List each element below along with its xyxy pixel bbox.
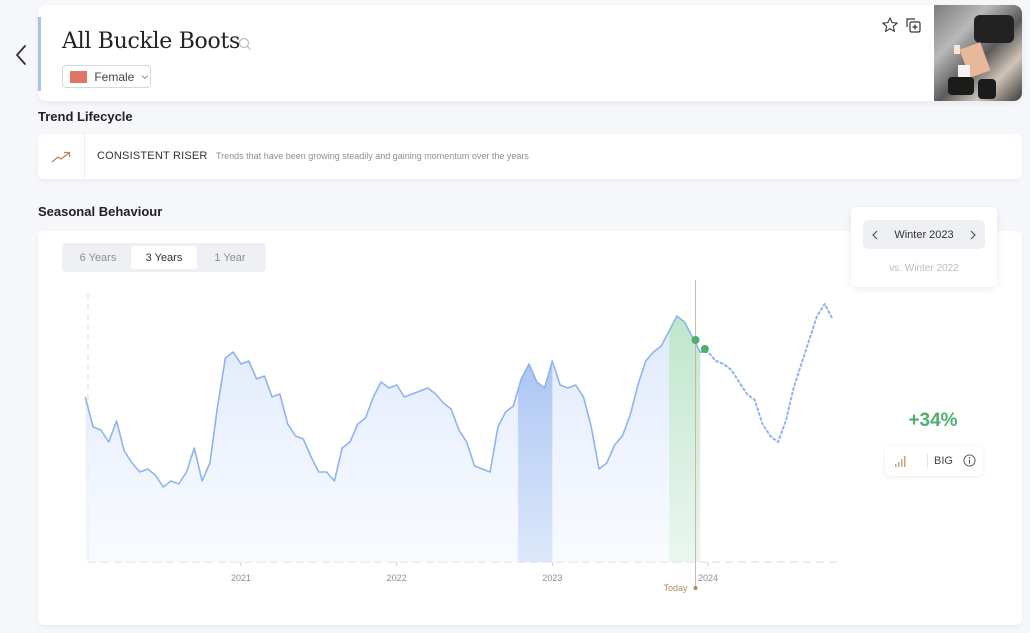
history-area-fill [85, 316, 701, 562]
signal-bars-icon [895, 456, 906, 467]
forecast-line [699, 302, 834, 444]
highlight-band-previous [518, 316, 553, 562]
seasonal-chart: 2021 2022 2023 2024 Today [84, 280, 838, 593]
today-dot [693, 586, 698, 590]
x-tick-label: 2023 [542, 573, 562, 583]
season-comparison: vs. Winter 2022 [889, 263, 959, 274]
tab-3-years[interactable]: 3 Years [131, 246, 197, 269]
badge-divider [927, 454, 928, 468]
season-marker-dot [700, 345, 709, 353]
x-tick-label: 2024 [698, 573, 718, 583]
tab-1-year[interactable]: 1 Year [197, 246, 263, 269]
season-picker-card: Winter 2023 vs. Winter 2022 [851, 207, 997, 287]
season-picker: Winter 2023 [863, 220, 985, 249]
season-selected: Winter 2023 [894, 228, 954, 241]
info-icon[interactable] [963, 454, 976, 467]
change-percentage: +34% [908, 410, 958, 431]
x-tick-label: 2022 [387, 573, 407, 583]
size-label: BIG [934, 455, 953, 467]
range-tabs: 6 Years 3 Years 1 Year [62, 243, 266, 272]
x-tick-label: 2021 [231, 573, 251, 583]
size-badge: BIG [885, 446, 983, 476]
tab-6-years[interactable]: 6 Years [65, 246, 131, 269]
prev-season-chevron-icon[interactable] [871, 230, 879, 240]
next-season-chevron-icon[interactable] [969, 230, 977, 240]
season-marker-dot [691, 336, 700, 344]
today-label: Today [664, 583, 689, 593]
